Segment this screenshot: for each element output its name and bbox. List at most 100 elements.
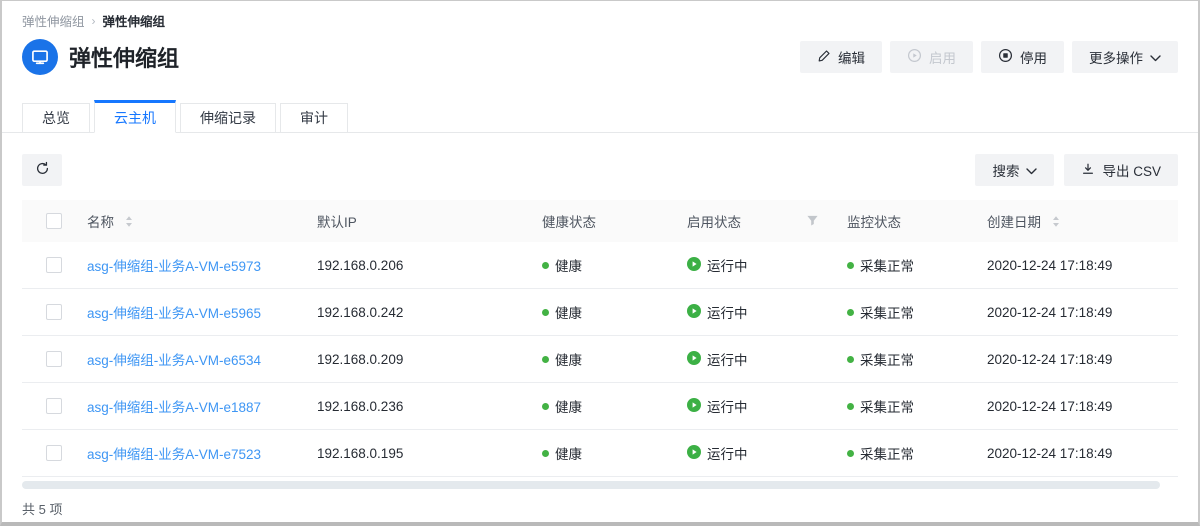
sort-carets-icon[interactable] xyxy=(125,215,133,228)
export-csv-button[interactable]: 导出 CSV xyxy=(1064,154,1178,186)
host-name-link[interactable]: asg-伸缩组-业务A-VM-e5965 xyxy=(87,302,261,322)
horizontal-scrollbar xyxy=(22,481,1178,489)
column-header-created: 创建日期 xyxy=(987,211,1178,231)
total-count: 共 5 项 xyxy=(22,499,1178,518)
row-checkbox[interactable] xyxy=(46,445,62,461)
green-dot xyxy=(542,356,549,363)
pencil-icon xyxy=(817,49,831,66)
green-dot xyxy=(847,262,854,269)
host-name-link[interactable]: asg-伸缩组-业务A-VM-e1887 xyxy=(87,396,261,416)
enable-status: 运行中 xyxy=(687,255,748,275)
table-row: asg-伸缩组-业务A-VM-e5965 192.168.0.242 健康 运行… xyxy=(22,289,1178,336)
host-name-link[interactable]: asg-伸缩组-业务A-VM-e7523 xyxy=(87,443,261,463)
scrollbar-thumb[interactable] xyxy=(22,481,1160,489)
host-ip: 192.168.0.242 xyxy=(317,305,542,320)
table-row: asg-伸缩组-业务A-VM-e5973 192.168.0.206 健康 运行… xyxy=(22,242,1178,289)
created-date: 2020-12-24 17:18:49 xyxy=(987,258,1178,273)
green-dot xyxy=(542,262,549,269)
column-header-name: 名称 xyxy=(87,211,317,231)
more-actions-button[interactable]: 更多操作 xyxy=(1072,41,1178,73)
table-row: asg-伸缩组-业务A-VM-e6534 192.168.0.209 健康 运行… xyxy=(22,336,1178,383)
green-dot xyxy=(542,403,549,410)
monitor-status: 采集正常 xyxy=(847,255,914,275)
health-status: 健康 xyxy=(542,349,582,369)
refresh-icon xyxy=(35,161,50,179)
breadcrumb-separator: › xyxy=(92,14,96,28)
tab-scaling-records[interactable]: 伸缩记录 xyxy=(180,103,276,132)
edit-button[interactable]: 编辑 xyxy=(800,41,882,73)
column-header-enable: 启用状态 xyxy=(687,211,847,231)
stop-circle-icon xyxy=(998,48,1013,66)
table-toolbar: 搜索 导出 CSV xyxy=(2,154,1198,186)
health-status: 健康 xyxy=(542,396,582,416)
hosts-table: 名称 默认IP 健康状态 启用状态 监控状态 创建日期 asg-伸缩组-业务A-… xyxy=(22,200,1178,477)
created-date: 2020-12-24 17:18:49 xyxy=(987,352,1178,367)
tab-overview[interactable]: 总览 xyxy=(22,103,90,132)
monitor-status: 采集正常 xyxy=(847,443,914,463)
play-badge-icon xyxy=(687,351,701,368)
row-checkbox[interactable] xyxy=(46,398,62,414)
page-header: 弹性伸缩组 编辑 启用 停用 更多操作 xyxy=(2,30,1198,75)
host-ip: 192.168.0.236 xyxy=(317,399,542,414)
monitor-status: 采集正常 xyxy=(847,396,914,416)
row-checkbox[interactable] xyxy=(46,351,62,367)
tab-cloud-hosts[interactable]: 云主机 xyxy=(94,100,176,133)
funnel-icon[interactable] xyxy=(806,215,819,227)
play-badge-icon xyxy=(687,304,701,321)
search-dropdown-button[interactable]: 搜索 xyxy=(975,154,1054,186)
row-checkbox[interactable] xyxy=(46,257,62,273)
monitor-status: 采集正常 xyxy=(847,349,914,369)
column-header-ip: 默认IP xyxy=(317,211,542,231)
title-wrap: 弹性伸缩组 xyxy=(22,39,179,75)
breadcrumb-current: 弹性伸缩组 xyxy=(103,11,166,30)
health-status: 健康 xyxy=(542,255,582,275)
monitor-icon xyxy=(22,39,58,75)
created-date: 2020-12-24 17:18:49 xyxy=(987,399,1178,414)
enable-status: 运行中 xyxy=(687,349,748,369)
refresh-button[interactable] xyxy=(22,154,62,186)
play-badge-icon xyxy=(687,398,701,415)
column-header-monitor: 监控状态 xyxy=(847,211,987,231)
table-row: asg-伸缩组-业务A-VM-e1887 192.168.0.236 健康 运行… xyxy=(22,383,1178,430)
column-header-health: 健康状态 xyxy=(542,211,687,231)
created-date: 2020-12-24 17:18:49 xyxy=(987,446,1178,461)
play-badge-icon xyxy=(687,445,701,462)
toolbar-right: 搜索 导出 CSV xyxy=(975,154,1178,186)
health-status: 健康 xyxy=(542,443,582,463)
host-ip: 192.168.0.206 xyxy=(317,258,542,273)
host-name-link[interactable]: asg-伸缩组-业务A-VM-e6534 xyxy=(87,349,261,369)
select-all-checkbox[interactable] xyxy=(46,213,62,229)
green-dot xyxy=(847,309,854,316)
play-circle-icon xyxy=(907,48,922,66)
green-dot xyxy=(847,403,854,410)
host-ip: 192.168.0.209 xyxy=(317,352,542,367)
green-dot xyxy=(847,356,854,363)
stop-button[interactable]: 停用 xyxy=(981,41,1064,73)
row-checkbox[interactable] xyxy=(46,304,62,320)
table-row: asg-伸缩组-业务A-VM-e7523 192.168.0.195 健康 运行… xyxy=(22,430,1178,477)
breadcrumb: 弹性伸缩组 › 弹性伸缩组 xyxy=(2,1,1198,30)
enable-status: 运行中 xyxy=(687,396,748,416)
sort-carets-icon[interactable] xyxy=(1052,215,1060,228)
play-badge-icon xyxy=(687,257,701,274)
created-date: 2020-12-24 17:18:49 xyxy=(987,305,1178,320)
green-dot xyxy=(542,309,549,316)
tab-audit[interactable]: 审计 xyxy=(280,103,348,132)
table-header-row: 名称 默认IP 健康状态 启用状态 监控状态 创建日期 xyxy=(22,200,1178,242)
green-dot xyxy=(847,450,854,457)
host-ip: 192.168.0.195 xyxy=(317,446,542,461)
chevron-down-icon xyxy=(1026,163,1037,178)
monitor-status: 采集正常 xyxy=(847,302,914,322)
enable-status: 运行中 xyxy=(687,302,748,322)
tab-bar: 总览 云主机 伸缩记录 审计 xyxy=(2,100,1198,133)
green-dot xyxy=(542,450,549,457)
host-name-link[interactable]: asg-伸缩组-业务A-VM-e5973 xyxy=(87,255,261,275)
app-window: 弹性伸缩组 › 弹性伸缩组 弹性伸缩组 编辑 启用 xyxy=(0,0,1200,526)
download-icon xyxy=(1081,162,1095,179)
breadcrumb-item[interactable]: 弹性伸缩组 xyxy=(22,11,85,30)
chevron-down-icon xyxy=(1150,50,1161,65)
header-actions: 编辑 启用 停用 更多操作 xyxy=(800,41,1178,73)
health-status: 健康 xyxy=(542,302,582,322)
enable-button[interactable]: 启用 xyxy=(890,41,973,73)
enable-status: 运行中 xyxy=(687,443,748,463)
